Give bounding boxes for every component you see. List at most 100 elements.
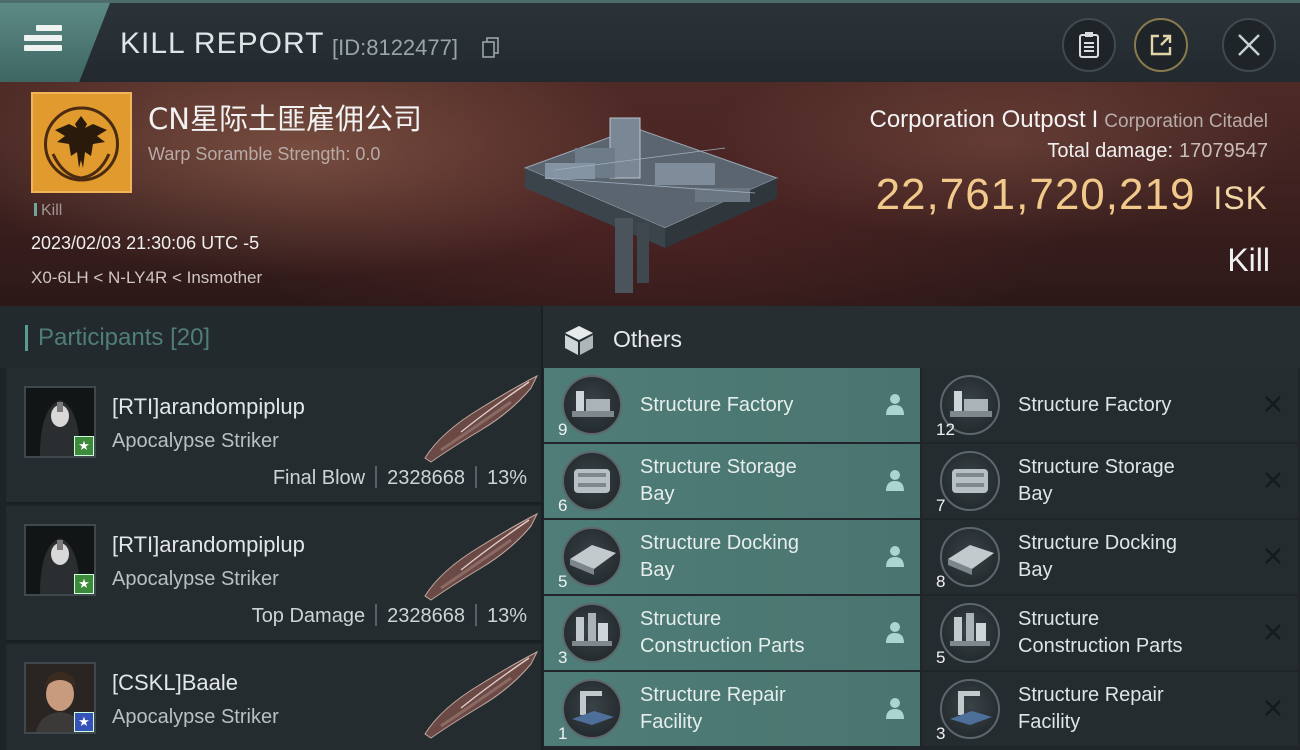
construction-parts-icon (950, 613, 990, 646)
participant-damage: 2328668 (387, 605, 465, 627)
storage-bay-icon (574, 469, 610, 493)
dropped-person-icon (886, 470, 904, 491)
dropped-item[interactable]: 5 Structure Docking Bay (544, 520, 920, 594)
item-name: Structure Storage Bay (1018, 454, 1175, 508)
share-icon (1150, 34, 1172, 56)
item-quantity: 3 (936, 724, 946, 743)
item-name-line1: Structure Repair (640, 684, 786, 706)
copy-icon[interactable] (482, 37, 500, 59)
item-icon-wrap (940, 679, 1000, 739)
avatar[interactable]: ★ (24, 524, 96, 596)
share-button[interactable] (1134, 18, 1188, 72)
dropped-person-icon (886, 394, 904, 415)
participant-name[interactable]: [CSKL]Baale (112, 670, 238, 696)
hamburger-icon (24, 25, 62, 57)
item-name: Structure Construction Parts (640, 606, 805, 660)
item-name-line2: Bay (1018, 559, 1053, 581)
item-quantity: 3 (558, 648, 568, 667)
participant-ship[interactable]: Apocalypse Striker (112, 706, 279, 729)
participant-role: Final Blow (272, 467, 366, 489)
item-name: Structure Docking Bay (640, 530, 799, 584)
participant-role: Top Damage (251, 605, 366, 627)
item-quantity: 7 (936, 496, 946, 515)
dropped-item[interactable]: 1 Structure Repair Facility (544, 672, 920, 746)
total-damage: Total damage: 17079547 (1047, 140, 1268, 163)
dropped-item[interactable]: 9 Structure Factory (544, 368, 920, 442)
standing-star-icon: ★ (74, 712, 94, 732)
destroyed-item[interactable]: 8 Structure Docking Bay (922, 520, 1298, 594)
item-icon-wrap (562, 451, 622, 511)
item-name-line1: Structure Factory (1018, 394, 1172, 416)
kill-datetime: 2023/02/03 21:30:06 UTC -5 (31, 233, 260, 253)
docking-bay-icon (570, 545, 616, 575)
item-icon-wrap (940, 527, 1000, 587)
factory-icon (572, 391, 614, 417)
others-header: Others (543, 306, 1300, 368)
item-name-line2: Facility (1018, 711, 1081, 733)
item-icon-wrap (562, 527, 622, 587)
participants-title[interactable]: Participants [20] (24, 324, 210, 352)
dropped-item[interactable]: 6 Structure Storage Bay (544, 444, 920, 518)
victim-ship-name[interactable]: Corporation Outpost (870, 106, 1086, 133)
item-quantity: 8 (936, 572, 946, 591)
standing-star-icon: ★ (74, 574, 94, 594)
kill-result: Kill (1227, 242, 1270, 278)
item-name: Structure Repair Facility (640, 682, 786, 736)
item-icon-wrap (562, 603, 622, 663)
destroyed-x-icon (1265, 396, 1281, 412)
participant-name[interactable]: [RTI]arandompiplup (112, 394, 305, 420)
item-name-line2: Bay (640, 559, 675, 581)
clipboard-icon (1079, 32, 1099, 58)
destroyed-item[interactable]: 3 Structure Repair Facility (922, 672, 1298, 746)
item-quantity: 9 (558, 420, 568, 439)
page-title: KILL REPORT (120, 27, 325, 60)
item-quantity: 5 (558, 572, 568, 591)
participants-label: Participants (38, 324, 164, 351)
item-name-line1: Structure Storage (1018, 456, 1175, 478)
participant-row[interactable]: ★ [CSKL]Baale Apocalypse Striker (6, 644, 541, 750)
corp-logo[interactable] (31, 92, 132, 193)
header-bar: KILL REPORT [ID:8122477] (0, 0, 1300, 82)
kill-location[interactable]: X0-6LH < N-LY4R < Insmother (31, 268, 262, 288)
item-name: Structure Storage Bay (640, 454, 797, 508)
report-id: [ID:8122477] (332, 35, 458, 60)
item-quantity: 5 (936, 648, 946, 667)
total-damage-label: Total damage: (1047, 140, 1174, 162)
item-name: Structure Docking Bay (1018, 530, 1177, 584)
destroyed-x-icon (1265, 700, 1281, 716)
participant-name[interactable]: [RTI]arandompiplup (112, 532, 305, 558)
destroyed-item[interactable]: 12 Structure Factory (922, 368, 1298, 442)
destroyed-item[interactable]: 7 Structure Storage Bay (922, 444, 1298, 518)
victim-ship: Corporation Outpost I Corporation Citadel (869, 106, 1269, 133)
item-name-line2: Construction Parts (1018, 635, 1183, 657)
participant-stats: Final Blow 2328668 13% (273, 466, 527, 490)
item-name-line1: Structure Docking (640, 532, 799, 554)
corp-name[interactable]: CN星际土匪雇佣公司 (148, 96, 422, 138)
participant-ship[interactable]: Apocalypse Striker (112, 430, 279, 453)
warp-scramble-strength: Warp Soramble Strength: 0.0 (148, 144, 381, 164)
destroyed-item[interactable]: 5 Structure Construction Parts (922, 596, 1298, 670)
clipboard-button[interactable] (1062, 18, 1116, 72)
participant-row[interactable]: ★ [RTI]arandompiplup Apocalypse Striker … (6, 506, 541, 642)
avatar[interactable]: ★ (24, 662, 96, 734)
menu-button[interactable] (0, 3, 110, 82)
participant-ship[interactable]: Apocalypse Striker (112, 568, 279, 591)
avatar[interactable]: ★ (24, 386, 96, 458)
participant-row[interactable]: ★ [RTI]arandompiplup Apocalypse Striker … (6, 368, 541, 504)
item-name-line2: Bay (1018, 483, 1053, 505)
dropped-item[interactable]: 3 Structure Construction Parts (544, 596, 920, 670)
apocalypse-ship-image (424, 650, 539, 739)
item-name-line1: Structure Storage (640, 456, 797, 478)
item-name-line1: Structure (640, 608, 722, 630)
close-button[interactable] (1222, 18, 1276, 72)
item-icon-wrap (562, 375, 622, 435)
participant-percent: 13% (486, 605, 527, 627)
item-name: Structure Factory (1018, 392, 1171, 419)
others-title: Others (613, 326, 683, 352)
apocalypse-ship-image (424, 374, 539, 463)
participant-damage: 2328668 (387, 467, 465, 489)
destroyed-x-icon (1265, 624, 1281, 640)
item-name-line2: Bay (640, 483, 675, 505)
item-quantity: 12 (936, 420, 955, 439)
kill-tag: Kill (34, 202, 62, 220)
